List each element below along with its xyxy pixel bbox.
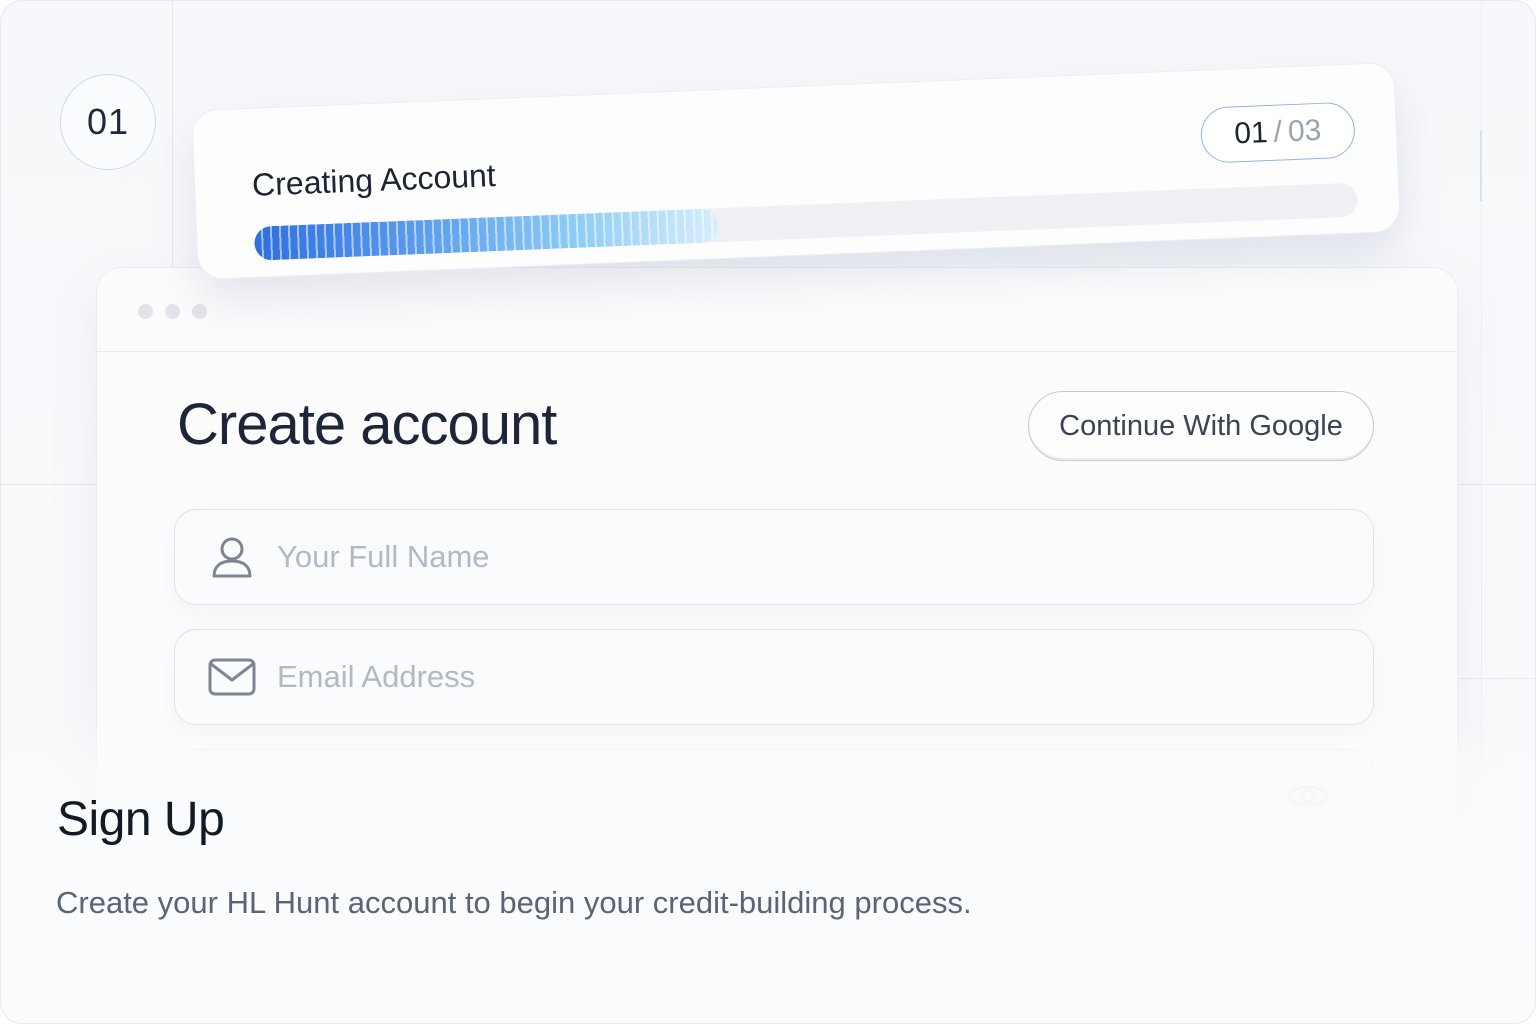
progress-fill xyxy=(253,208,719,261)
progress-card: Creating Account 01 / 03 xyxy=(191,61,1401,281)
step-counter-badge: 01 / 03 xyxy=(1199,101,1356,164)
guide-line xyxy=(1457,484,1535,485)
window-dot xyxy=(138,304,153,319)
user-icon xyxy=(212,537,252,578)
full-name-field[interactable] xyxy=(174,509,1374,605)
section-title: Sign Up xyxy=(57,793,225,846)
window-dot xyxy=(165,304,180,319)
step-number-badge: 01 xyxy=(60,74,156,170)
full-name-input[interactable] xyxy=(277,510,1337,604)
page-frame: 01 Create account Continue With Google Y… xyxy=(0,0,1536,1024)
counter-separator: / xyxy=(1272,115,1283,149)
counter-current: 01 xyxy=(1233,116,1269,151)
window-dot xyxy=(192,304,207,319)
email-field[interactable] xyxy=(174,629,1374,725)
guide-line xyxy=(172,1,173,301)
form-title: Create account xyxy=(177,392,557,457)
email-input[interactable] xyxy=(277,630,1337,724)
counter-total: 03 xyxy=(1287,113,1323,149)
guide-line-accent xyxy=(1480,131,1482,201)
continue-with-google-button[interactable]: Continue With Google xyxy=(1028,391,1374,461)
guide-line xyxy=(1,484,97,485)
window-titlebar xyxy=(97,268,1457,352)
section-description: Create your HL Hunt account to begin you… xyxy=(56,885,972,920)
bottom-fade-overlay xyxy=(1,721,1535,1023)
guide-line xyxy=(1457,678,1535,679)
mail-icon xyxy=(208,658,256,696)
progress-title: Creating Account xyxy=(251,157,497,203)
